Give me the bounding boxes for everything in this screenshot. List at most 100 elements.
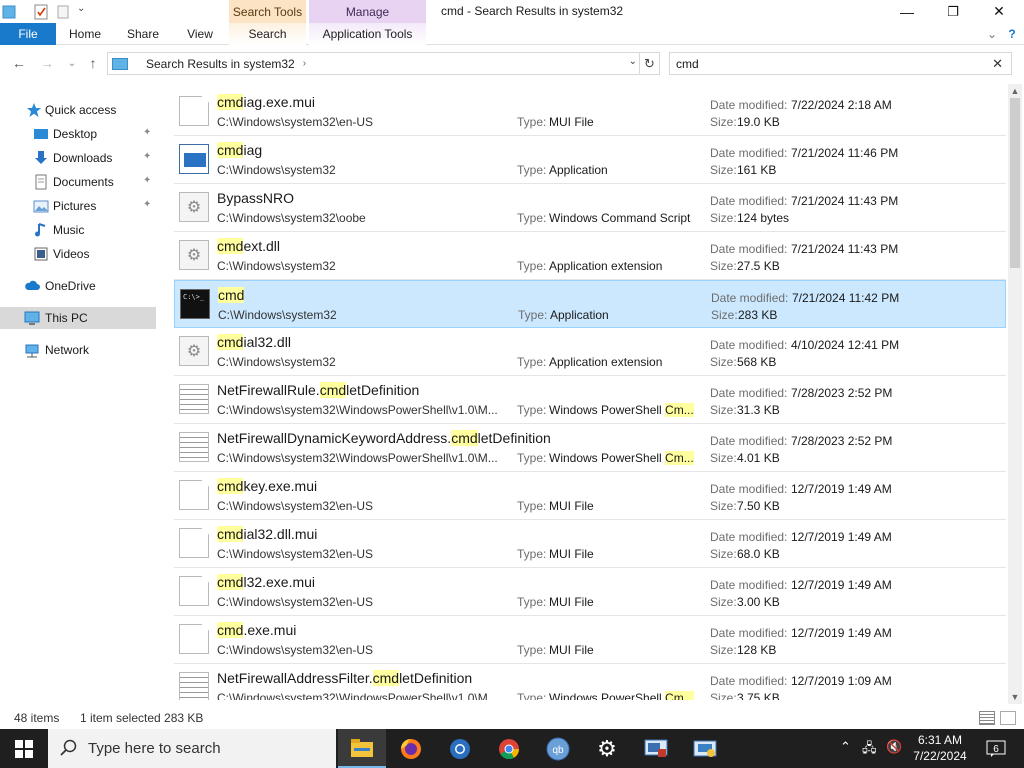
file-name[interactable]: cmd <box>218 287 245 303</box>
expand-ribbon-icon[interactable]: ⌄ <box>984 23 1000 45</box>
windows-logo-icon <box>15 739 33 758</box>
nav-onedrive[interactable]: OneDrive <box>0 275 156 297</box>
recent-locations-icon[interactable]: ⌄ <box>63 54 81 72</box>
address-chevron-icon[interactable]: › <box>303 58 306 69</box>
tab-application-tools[interactable]: Application Tools <box>309 23 426 45</box>
file-name[interactable]: cmd.exe.mui <box>217 622 296 638</box>
tab-file[interactable]: File <box>0 23 56 45</box>
nav-quick-access[interactable]: Quick access <box>0 99 156 121</box>
nav-pictures[interactable]: Pictures ✦ <box>0 195 156 217</box>
pin-icon[interactable]: ✦ <box>143 151 151 162</box>
taskbar-qbittorrent[interactable]: qb <box>534 729 582 768</box>
tab-share[interactable]: Share <box>118 23 168 45</box>
taskbar-settings[interactable]: ⚙ <box>583 729 631 768</box>
size-label: Size: <box>711 308 738 322</box>
file-type-text: Application extension <box>549 259 663 273</box>
taskbar-browser[interactable] <box>436 729 484 768</box>
file-name[interactable]: cmdkey.exe.mui <box>217 478 317 494</box>
minimize-button[interactable]: — <box>884 0 930 23</box>
notifications-button[interactable]: 6 <box>984 738 1008 760</box>
nav-network[interactable]: Network <box>0 339 156 361</box>
volume-muted-icon[interactable]: 🔇 <box>886 739 902 755</box>
nav-documents[interactable]: Documents ✦ <box>0 171 156 193</box>
taskbar-remote-app[interactable] <box>632 729 680 768</box>
qbittorrent-icon: qb <box>546 737 570 760</box>
tab-search[interactable]: Search <box>229 23 306 45</box>
result-row[interactable]: ⚙ BypassNRO C:\Windows\system32\oobe Type: W… <box>174 184 1006 232</box>
refresh-button[interactable]: ↻ <box>640 52 660 75</box>
file-name[interactable]: NetFirewallAddressFilter.cmdletDefinitio… <box>217 670 472 686</box>
nav-this-pc[interactable]: This PC <box>0 307 156 329</box>
up-arrow-icon[interactable]: ↑ <box>84 54 102 72</box>
result-row[interactable]: cmdkey.exe.mui C:\Windows\system32\en-US T… <box>174 472 1006 520</box>
date-modified: 12/7/2019 1:49 AM <box>791 482 892 496</box>
result-row[interactable]: NetFirewallRule.cmdletDefinition C:\Windo… <box>174 376 1006 424</box>
result-row[interactable]: ⚙ cmdial32.dll C:\Windows\system32 Type: App… <box>174 328 1006 376</box>
taskbar-system-app[interactable] <box>681 729 729 768</box>
help-icon[interactable]: ? <box>1004 23 1020 45</box>
file-type-text: MUI File <box>549 643 594 657</box>
file-name[interactable]: BypassNRO <box>217 190 294 206</box>
file-name-text: NetFirewallAddressFilter. <box>217 670 373 686</box>
start-button[interactable] <box>0 729 48 768</box>
nav-videos[interactable]: Videos <box>0 243 156 265</box>
forward-arrow-icon[interactable]: → <box>38 54 56 72</box>
scroll-up-icon[interactable]: ▲ <box>1008 84 1022 98</box>
tab-view[interactable]: View <box>175 23 225 45</box>
folder-icon[interactable] <box>2 3 16 20</box>
file-name[interactable]: cmdl32.exe.mui <box>217 574 315 590</box>
taskbar-search-box[interactable]: Type here to search <box>48 729 336 768</box>
network-icon <box>25 344 39 358</box>
taskbar-firefox[interactable] <box>387 729 435 768</box>
network-status-icon[interactable]: 🖧 <box>862 739 877 761</box>
taskbar-chrome[interactable] <box>485 729 533 768</box>
pin-icon[interactable]: ✦ <box>143 175 151 186</box>
taskbar-file-explorer[interactable] <box>338 729 386 768</box>
nav-desktop[interactable]: Desktop ✦ <box>0 123 156 145</box>
result-row[interactable]: cmdiag C:\Windows\system32 Type: Applicatio… <box>174 136 1006 184</box>
search-input[interactable]: cmd ✕ <box>669 52 1012 75</box>
result-row[interactable]: C:\>_ cmd C:\Windows\system32 Type: Applicat… <box>174 280 1006 328</box>
result-row[interactable]: NetFirewallAddressFilter.cmdletDefinitio… <box>174 664 1006 700</box>
new-folder-icon[interactable] <box>56 3 70 20</box>
search-match-highlight: cmd <box>372 670 400 686</box>
back-arrow-icon[interactable]: ← <box>10 54 28 72</box>
scroll-down-icon[interactable]: ▼ <box>1008 690 1022 704</box>
file-name[interactable]: cmdial32.dll <box>217 334 291 350</box>
file-type: Application extension <box>549 259 662 273</box>
file-name[interactable]: NetFirewallRule.cmdletDefinition <box>217 382 419 398</box>
date-modified-label: Date modified: <box>710 578 788 592</box>
clear-search-icon[interactable]: ✕ <box>992 56 1003 72</box>
file-name[interactable]: cmdext.dll <box>217 238 280 254</box>
result-row[interactable]: NetFirewallDynamicKeywordAddress.cmdletD… <box>174 424 1006 472</box>
show-hidden-icons-icon[interactable]: ⌃ <box>840 739 851 755</box>
nav-music[interactable]: Music <box>0 219 156 241</box>
scrollbar-thumb[interactable] <box>1010 98 1020 268</box>
nav-label: Documents <box>53 175 114 189</box>
pin-icon[interactable]: ✦ <box>143 199 151 210</box>
file-name[interactable]: cmdiag <box>217 142 262 158</box>
result-row[interactable]: cmd.exe.mui C:\Windows\system32\en-US Type… <box>174 616 1006 664</box>
maximize-button[interactable]: ❐ <box>930 0 976 23</box>
vertical-scrollbar[interactable]: ▲ ▼ <box>1008 84 1022 704</box>
result-row[interactable]: cmdial32.dll.mui C:\Windows\system32\en-U… <box>174 520 1006 568</box>
file-name[interactable]: cmdial32.dll.mui <box>217 526 317 542</box>
customize-toolbar-icon[interactable]: ⌄ <box>77 3 85 20</box>
file-name[interactable]: cmdiag.exe.mui <box>217 94 315 110</box>
tab-home[interactable]: Home <box>60 23 110 45</box>
pin-icon[interactable]: ✦ <box>143 127 151 138</box>
result-row[interactable]: ⚙ cmdext.dll C:\Windows\system32 Type: Appli… <box>174 232 1006 280</box>
file-name[interactable]: NetFirewallDynamicKeywordAddress.cmdletD… <box>217 430 551 446</box>
taskbar-clock[interactable]: 6:31 AM 7/22/2024 <box>906 732 974 764</box>
address-bar[interactable]: Search Results in system32 › ⌄ <box>107 52 640 75</box>
application-icon <box>179 144 209 174</box>
details-view-icon[interactable] <box>979 711 995 725</box>
address-dropdown-icon[interactable]: ⌄ <box>629 56 637 67</box>
properties-icon[interactable] <box>33 3 49 20</box>
large-icons-view-icon[interactable] <box>1000 711 1016 725</box>
nav-downloads[interactable]: Downloads ✦ <box>0 147 156 169</box>
file-size: 7.50 KB <box>737 499 780 513</box>
close-button[interactable]: ✕ <box>976 0 1022 23</box>
result-row[interactable]: cmdiag.exe.mui C:\Windows\system32\en-US T… <box>174 88 1006 136</box>
result-row[interactable]: cmdl32.exe.mui C:\Windows\system32\en-US T… <box>174 568 1006 616</box>
